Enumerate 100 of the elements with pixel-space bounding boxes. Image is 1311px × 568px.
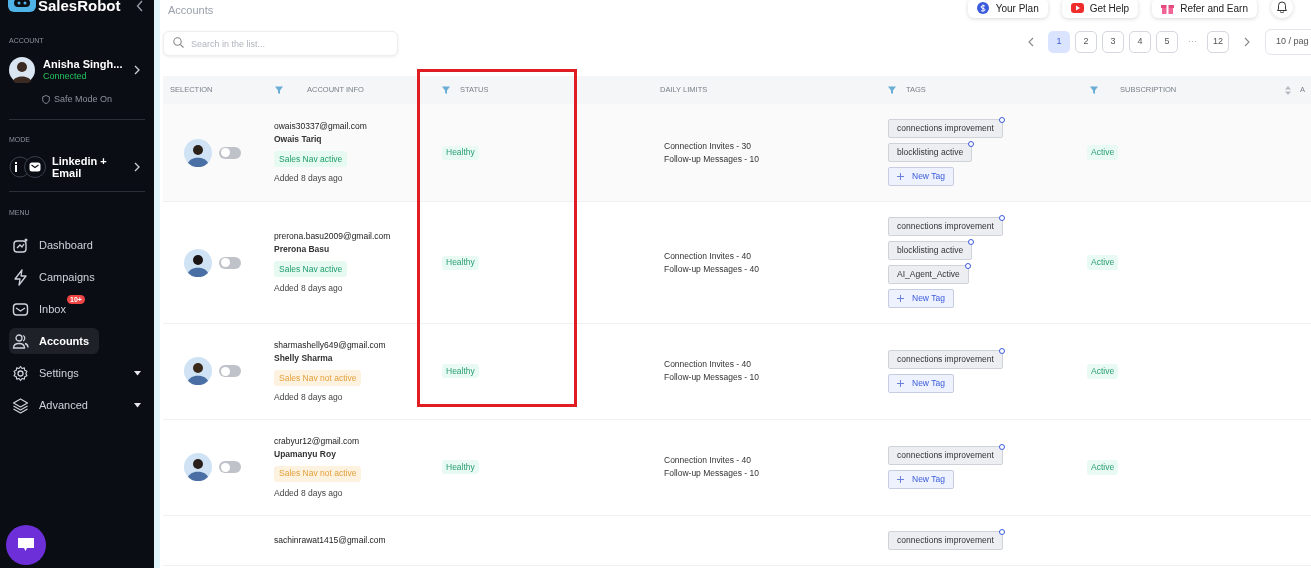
daily-limit: Follow-up Messages - 10 — [664, 467, 760, 481]
selection-toggle[interactable] — [219, 461, 241, 474]
account-switcher[interactable]: Anisha Singh... Connected — [0, 56, 154, 83]
tag-label: connections improvement — [897, 448, 994, 462]
header-button[interactable]: Refer and Earn — [1152, 0, 1257, 18]
users-icon — [12, 332, 29, 350]
avatar — [9, 56, 35, 83]
new-tag-button[interactable]: New Tag — [888, 373, 954, 393]
plus-icon — [897, 475, 904, 483]
daily-limit: Connection Invites - 30 — [664, 139, 752, 153]
filter-icon[interactable] — [275, 86, 283, 94]
remove-tag-icon[interactable] — [998, 443, 1005, 450]
remove-tag-icon[interactable] — [998, 117, 1005, 123]
sales-nav-badge: Sales Nav not active — [274, 370, 362, 386]
filter-icon[interactable] — [442, 86, 450, 94]
chevron-right-icon — [134, 64, 140, 75]
notification-button[interactable] — [1271, 0, 1293, 18]
account-name: Anisha Singh... — [43, 57, 124, 71]
selection-toggle[interactable] — [219, 146, 241, 159]
menu-item[interactable]: Advanced — [9, 392, 141, 418]
menu-item[interactable]: Campaigns — [9, 264, 141, 290]
new-tag-button[interactable]: New Tag — [888, 167, 954, 186]
next-page-icon[interactable] — [1243, 37, 1251, 47]
sales-nav-badge: Sales Nav active — [274, 261, 348, 278]
remove-tag-icon[interactable] — [998, 528, 1005, 535]
pagination-ellipsis: ··· — [1187, 35, 1198, 49]
tag-label: AI_Agent_Active — [897, 268, 960, 281]
remove-tag-icon[interactable] — [998, 215, 1005, 221]
status-badge: Healthy — [442, 145, 479, 160]
subscription-badge: Active — [1087, 459, 1119, 475]
layers-icon — [12, 396, 29, 414]
tag-label: blocklisting active — [897, 146, 964, 159]
remove-tag-icon[interactable] — [968, 141, 975, 147]
chart-icon — [12, 236, 29, 254]
menu-item[interactable]: Accounts — [9, 328, 99, 354]
search-icon — [173, 36, 184, 48]
selection-toggle[interactable] — [219, 256, 241, 269]
dollar-icon — [976, 2, 990, 14]
menu-item[interactable]: Dashboard — [9, 232, 141, 258]
tag-label: connections improvement — [897, 533, 994, 547]
tag-label: blocklisting active — [897, 244, 964, 257]
account-email: sharmashelly649@gmail.com — [274, 339, 387, 352]
gift-icon — [1161, 2, 1175, 14]
remove-tag-icon[interactable] — [964, 263, 971, 269]
plus-icon — [897, 295, 904, 302]
mode-label: Linkedin + Email — [52, 154, 108, 179]
subscription-badge: Active — [1087, 363, 1119, 379]
menu-item[interactable]: Settings — [9, 360, 141, 386]
safe-mode-label: Safe Mode On — [53, 92, 112, 106]
daily-limit: Follow-up Messages - 10 — [664, 152, 760, 166]
selection-toggle[interactable] — [219, 365, 241, 378]
header-button[interactable]: Get Help — [1061, 0, 1139, 18]
page-button[interactable]: 3 — [1102, 31, 1124, 53]
avatar — [184, 248, 212, 277]
status-badge: Healthy — [442, 255, 479, 270]
new-tag-button[interactable]: New Tag — [888, 289, 954, 308]
connection-status: Connected — [43, 70, 88, 82]
bolt-icon — [12, 268, 29, 286]
page-button[interactable]: 12 — [1207, 31, 1229, 53]
bell-icon — [1276, 1, 1288, 13]
account-name: Upamanyu Roy — [274, 447, 337, 460]
header-button[interactable]: Your Plan — [967, 0, 1048, 18]
chevron-right-icon — [134, 161, 140, 172]
account-name: Shelly Sharma — [274, 352, 334, 364]
filter-icon[interactable] — [888, 86, 896, 94]
prev-page-icon[interactable] — [1027, 37, 1035, 47]
page-button[interactable]: 1 — [1048, 31, 1070, 53]
page-button[interactable]: 2 — [1075, 31, 1097, 53]
daily-limit: Follow-up Messages - 40 — [664, 262, 760, 276]
remove-tag-icon[interactable] — [998, 347, 1005, 354]
mail-icon — [12, 300, 29, 318]
tag-label: connections improvement — [897, 353, 994, 366]
tag-label: connections improvement — [897, 220, 994, 233]
page-button[interactable]: 4 — [1129, 31, 1151, 53]
added-date: Added 8 days ago — [274, 172, 344, 185]
shield-icon — [41, 94, 50, 104]
tag-label: connections improvement — [897, 122, 994, 135]
account-email: owais30337@gmail.com — [274, 120, 368, 134]
settings-icon — [12, 364, 29, 382]
sales-nav-badge: Sales Nav not active — [274, 465, 362, 482]
plus-icon — [897, 379, 904, 387]
status-badge: Healthy — [442, 460, 479, 475]
chat-button[interactable] — [6, 525, 46, 565]
added-date: Added 8 days ago — [274, 486, 344, 500]
daily-limit: Connection Invites - 40 — [664, 358, 752, 372]
daily-limit: Connection Invites - 40 — [664, 454, 752, 468]
page-button[interactable]: 5 — [1156, 31, 1178, 53]
daily-limit: Follow-up Messages - 10 — [664, 371, 760, 385]
new-tag-button[interactable]: New Tag — [888, 469, 954, 489]
collapse-chevron-icon[interactable] — [136, 0, 144, 12]
account-email: prerona.basu2009@gmail.com — [274, 230, 392, 244]
added-date: Added 8 days ago — [274, 391, 344, 404]
subscription-badge: Active — [1087, 255, 1119, 270]
filter-icon[interactable] — [1090, 86, 1098, 94]
account-email: crabyur12@gmail.com — [274, 434, 361, 448]
chat-icon — [17, 537, 35, 553]
mode-switcher[interactable]: Linkedin + Email — [0, 154, 154, 179]
page-size-select[interactable]: 10 / pag — [1265, 29, 1311, 55]
brand-name: SalesRobot — [38, 0, 121, 13]
remove-tag-icon[interactable] — [968, 239, 975, 245]
